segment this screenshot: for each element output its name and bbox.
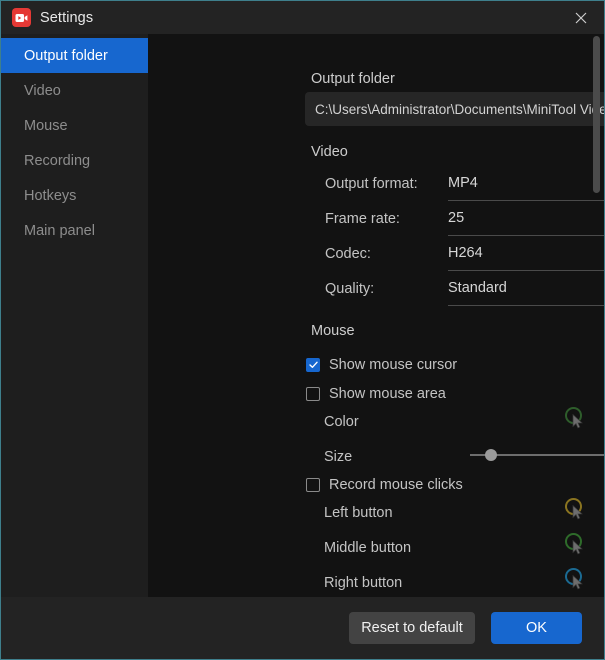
select-value: H264 — [448, 245, 483, 261]
middle-button-row: Middle button — [324, 539, 411, 557]
video-camera-icon — [12, 8, 31, 27]
ok-button[interactable]: OK — [491, 612, 582, 644]
right-button-row: Right button — [324, 574, 402, 592]
section-header-mouse: Mouse — [311, 323, 355, 339]
right-button-label: Right button — [324, 575, 403, 591]
middle-button-label: Middle button — [324, 540, 412, 556]
checkbox-label: Show mouse area — [329, 386, 446, 402]
size-label: Size — [324, 449, 353, 465]
title-bar: Settings — [1, 1, 604, 34]
dialog-footer: Reset to default OK — [1, 597, 604, 659]
sidebar-item-label: Recording — [24, 152, 91, 169]
settings-scroll-content: Output folder C:\Users\Administrator\Doc… — [148, 34, 604, 597]
field-label: Quality: — [325, 281, 375, 297]
content-scrollbar[interactable] — [593, 34, 600, 597]
close-icon[interactable] — [558, 1, 604, 34]
cursor-arrow-icon — [572, 574, 584, 590]
field-label: Codec: — [325, 246, 371, 262]
middle-button-color-swatch[interactable] — [563, 533, 587, 557]
left-button-color-swatch[interactable] — [563, 498, 587, 522]
sidebar-item-output-folder[interactable]: Output folder — [1, 38, 148, 73]
cursor-arrow-icon — [572, 413, 584, 429]
left-button-label: Left button — [324, 505, 393, 521]
window-body: Output folder Video Mouse Recording Hotk… — [1, 34, 604, 597]
output-format-select[interactable]: MP4 — [448, 172, 604, 201]
codec-select[interactable]: H264 — [448, 242, 604, 271]
sidebar-item-main-panel[interactable]: Main panel — [1, 213, 148, 248]
checkbox-label: Show mouse cursor — [329, 357, 458, 373]
reset-to-default-button[interactable]: Reset to default — [349, 612, 475, 644]
field-label: Frame rate: — [325, 211, 400, 227]
left-button-row: Left button — [324, 504, 393, 522]
settings-sidebar: Output folder Video Mouse Recording Hotk… — [1, 34, 148, 597]
settings-window: Settings Output folder Video Mouse Recor… — [0, 0, 605, 660]
sidebar-item-video[interactable]: Video — [1, 73, 148, 108]
settings-content-area: Output folder C:\Users\Administrator\Doc… — [148, 34, 604, 597]
show-mouse-cursor-checkbox-row[interactable]: Show mouse cursor — [306, 357, 457, 373]
field-row-output-format: Output format: MP4 — [325, 172, 604, 202]
frame-rate-select[interactable]: 25 — [448, 207, 604, 236]
sidebar-item-recording[interactable]: Recording — [1, 143, 148, 178]
output-folder-path-input[interactable]: C:\Users\Administrator\Documents\MiniToo… — [305, 92, 604, 126]
sidebar-item-label: Output folder — [24, 47, 108, 64]
sidebar-item-label: Video — [24, 82, 61, 99]
section-header-video: Video — [311, 144, 348, 160]
right-button-color-swatch[interactable] — [563, 568, 587, 592]
field-row-codec: Codec: H264 — [325, 242, 604, 272]
section-header-output-folder: Output folder — [311, 71, 395, 87]
sidebar-item-label: Main panel — [24, 222, 95, 239]
mouse-area-color-swatch[interactable] — [563, 407, 587, 431]
scrollbar-thumb[interactable] — [593, 36, 600, 193]
show-mouse-area-checkbox-row[interactable]: Show mouse area — [306, 386, 446, 402]
mouse-area-size-row: Size — [324, 448, 352, 466]
checkbox-checked-icon[interactable] — [306, 358, 320, 372]
checkbox-unchecked-icon[interactable] — [306, 387, 320, 401]
color-label: Color — [324, 414, 359, 430]
field-label: Output format: — [325, 176, 418, 192]
cursor-arrow-icon — [572, 504, 584, 520]
sidebar-item-label: Mouse — [24, 117, 68, 134]
field-row-quality: Quality: Standard — [325, 277, 604, 307]
mouse-area-color-row: Color — [324, 413, 359, 431]
sidebar-item-hotkeys[interactable]: Hotkeys — [1, 178, 148, 213]
select-value: Standard — [448, 280, 507, 296]
field-row-frame-rate: Frame rate: 25 — [325, 207, 604, 237]
select-value: MP4 — [448, 175, 478, 191]
sidebar-item-label: Hotkeys — [24, 187, 77, 204]
sidebar-item-mouse[interactable]: Mouse — [1, 108, 148, 143]
checkbox-label: Record mouse clicks — [329, 477, 463, 493]
select-value: 25 — [448, 210, 465, 226]
cursor-arrow-icon — [572, 539, 584, 555]
record-mouse-clicks-checkbox-row[interactable]: Record mouse clicks — [306, 477, 463, 493]
window-title: Settings — [40, 9, 94, 26]
mouse-size-slider-thumb[interactable] — [485, 449, 497, 461]
checkbox-unchecked-icon[interactable] — [306, 478, 320, 492]
quality-select[interactable]: Standard — [448, 277, 604, 306]
